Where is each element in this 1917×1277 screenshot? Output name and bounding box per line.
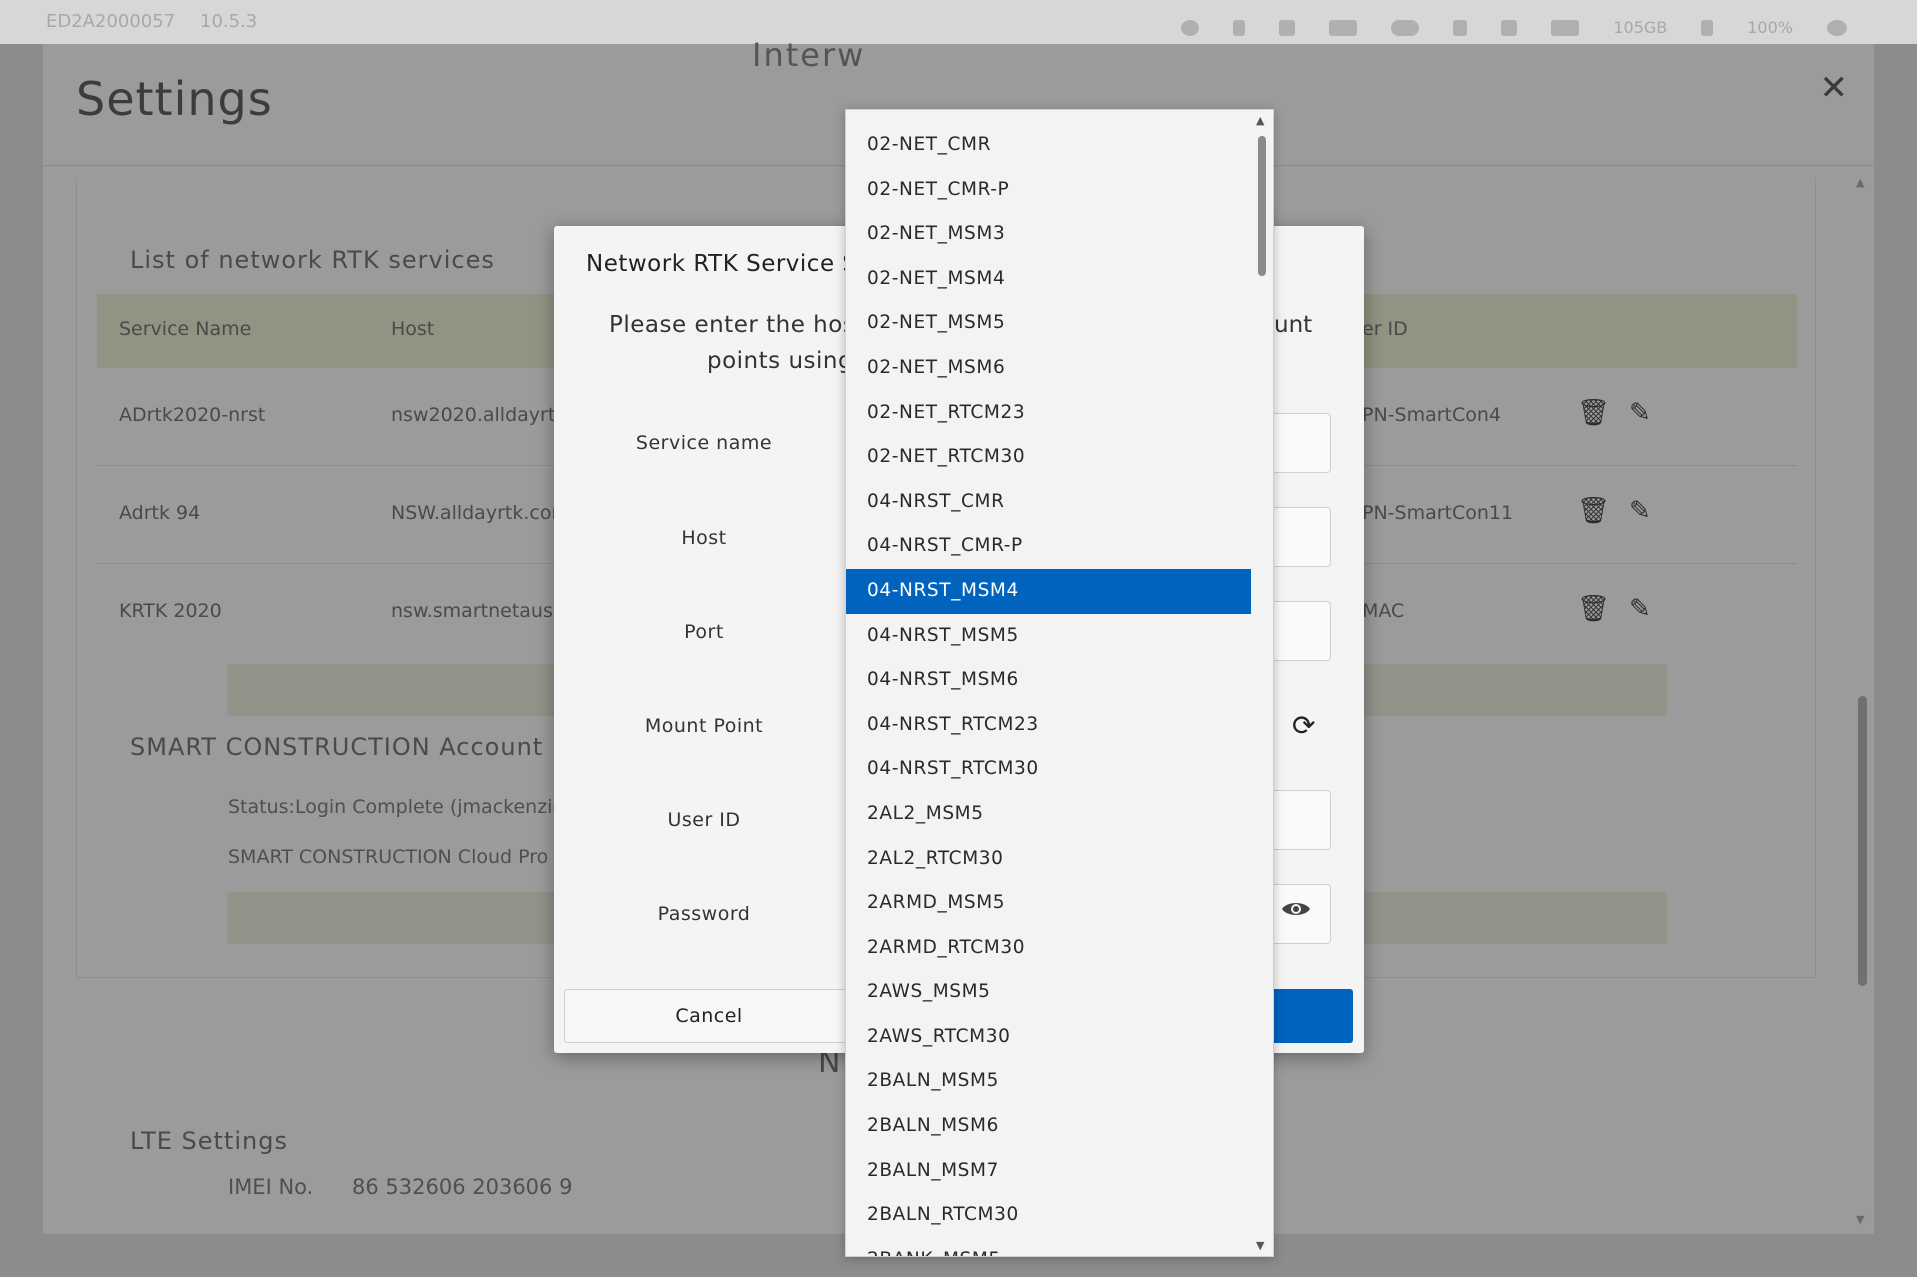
app-topbar: ED2A2000057 10.5.3 105GB 100%	[0, 0, 1917, 44]
scroll-down-icon[interactable]: ▼	[1256, 1239, 1264, 1252]
dropdown-option-list: 02-NET_CMR 02-NET_CMR-P 02-NET_MSM3 02-NET_…	[846, 123, 1251, 1256]
dropdown-option[interactable]: 2AL2_RTCM30	[846, 837, 1251, 882]
dropdown-option[interactable]: 02-NET_RTCM23	[846, 391, 1251, 436]
edit-icon[interactable]: ✎	[1629, 398, 1651, 428]
dropdown-option[interactable]: 04-NRST_CMR-P	[846, 524, 1251, 569]
smart-construction-title: SMART CONSTRUCTION Account	[130, 733, 544, 761]
cloud-icon[interactable]	[1391, 19, 1420, 36]
port-label: Port	[684, 621, 724, 643]
service-name-cell: KRTK 2020	[119, 600, 222, 622]
user-id-cell: PN-SmartCon4	[1362, 404, 1502, 426]
column-user-id: er ID	[1362, 318, 1408, 340]
folder-icon[interactable]	[1551, 19, 1580, 36]
sc-login-status: Status:Login Complete (jmackenzie	[228, 796, 565, 818]
refresh-icon[interactable]: ⟳	[1292, 709, 1315, 742]
gear-icon[interactable]	[1827, 19, 1847, 36]
delete-icon[interactable]: 🗑	[1577, 594, 1610, 624]
service-name-cell: ADrtk2020-nrst	[119, 404, 266, 426]
dropdown-option[interactable]: 02-NET_MSM5	[846, 301, 1251, 346]
section-title-interwork: Interw	[752, 36, 866, 74]
dialog-description: Please enter the hos	[609, 312, 856, 338]
dropdown-option[interactable]: 2AWS_RTCM30	[846, 1015, 1251, 1060]
page-title: Settings	[76, 72, 273, 126]
imei-label: IMEI No.	[228, 1175, 314, 1199]
dropdown-option[interactable]: 04-NRST_CMR	[846, 480, 1251, 525]
dropdown-option[interactable]: 02-NET_MSM3	[846, 212, 1251, 257]
sd-card-icon[interactable]	[1279, 19, 1296, 36]
dropdown-option[interactable]: 04-NRST_MSM6	[846, 658, 1251, 703]
dropdown-option[interactable]: 2BANK_MSM5	[846, 1238, 1251, 1256]
battery-icon	[1701, 19, 1714, 36]
host-cell: nsw2020.alldayrtk	[391, 404, 567, 426]
service-name-cell: Adrtk 94	[119, 502, 201, 524]
mount-point-label: Mount Point	[644, 715, 764, 737]
delete-icon[interactable]: 🗑	[1577, 496, 1610, 526]
dropdown-option[interactable]: 2BALN_MSM7	[846, 1149, 1251, 1194]
dropdown-option[interactable]: 02-NET_CMR-P	[846, 168, 1251, 213]
mount-point-dropdown[interactable]: 02-NET_CMR 02-NET_CMR-P 02-NET_MSM3 02-NET_…	[845, 109, 1274, 1257]
service-name-label: Service name	[635, 432, 773, 454]
edit-icon[interactable]: ✎	[1629, 594, 1651, 624]
antenna-icon[interactable]	[1233, 19, 1246, 36]
status-icons: 105GB 100%	[1181, 18, 1847, 37]
lte-settings-title: LTE Settings	[130, 1127, 288, 1155]
wand-icon[interactable]	[1453, 19, 1468, 36]
dropdown-option[interactable]: 2BALN_RTCM30	[846, 1193, 1251, 1238]
dialog-description-line2: points using	[707, 348, 854, 374]
dropdown-option[interactable]: 02-NET_RTCM30	[846, 435, 1251, 480]
dropdown-option[interactable]: 02-NET_MSM4	[846, 257, 1251, 302]
delete-icon[interactable]: 🗑	[1577, 398, 1610, 428]
edit-icon[interactable]: ✎	[1629, 496, 1651, 526]
dropdown-option[interactable]: 2BALN_MSM6	[846, 1104, 1251, 1149]
imei-value: 86 532606 203606 9	[352, 1175, 573, 1199]
split-view-icon[interactable]	[1329, 19, 1358, 36]
dialog-description-tail: unt	[1274, 312, 1313, 338]
dropdown-option[interactable]: 02-NET_CMR	[846, 123, 1251, 168]
close-icon[interactable]: ✕	[1820, 68, 1849, 108]
scroll-up-icon[interactable]: ▲	[1256, 114, 1264, 127]
scroll-down-icon[interactable]: ▼	[1856, 1213, 1864, 1226]
dropdown-option[interactable]: 2AL2_MSM5	[846, 792, 1251, 837]
dropdown-option[interactable]: 2BALN_MSM5	[846, 1059, 1251, 1104]
dropdown-option[interactable]: 04-NRST_MSM4	[846, 568, 1251, 614]
storage-label: 105GB	[1613, 18, 1668, 37]
dropdown-option[interactable]: 2ARMD_MSM5	[846, 881, 1251, 926]
dropdown-scrollbar-thumb[interactable]	[1258, 136, 1266, 276]
dropdown-option[interactable]: 02-NET_MSM6	[846, 346, 1251, 391]
user-id-label: User ID	[667, 809, 741, 831]
user-id-cell: MAC	[1362, 600, 1405, 622]
column-service-name: Service Name	[119, 318, 252, 340]
ruler-icon[interactable]	[1501, 19, 1518, 36]
rtk-list-title: List of network RTK services	[130, 246, 495, 274]
software-version: 10.5.3	[200, 11, 258, 32]
refresh-icon[interactable]	[1181, 19, 1200, 36]
scrollbar-thumb[interactable]	[1858, 696, 1867, 986]
dropdown-option[interactable]: 2ARMD_RTCM30	[846, 926, 1251, 971]
user-id-cell: PN-SmartCon11	[1362, 502, 1514, 524]
sc-cloud-label: SMART CONSTRUCTION Cloud Pro	[228, 846, 549, 868]
scroll-up-icon[interactable]: ▲	[1856, 176, 1864, 189]
battery-label: 100%	[1747, 18, 1793, 37]
host-cell: NSW.alldayrtk.con	[391, 502, 564, 524]
dropdown-option[interactable]: 2AWS_MSM5	[846, 970, 1251, 1015]
dropdown-scrollbar[interactable]: ▲ ▼	[1251, 110, 1273, 1256]
column-host: Host	[391, 318, 435, 340]
dropdown-option[interactable]: 04-NRST_MSM5	[846, 614, 1251, 659]
host-cell: nsw.smartnetaus.	[391, 600, 559, 622]
dropdown-option[interactable]: 04-NRST_RTCM23	[846, 703, 1251, 748]
dropdown-option[interactable]: 04-NRST_RTCM30	[846, 747, 1251, 792]
dialog-title: Network RTK Service S	[586, 251, 858, 277]
device-id: ED2A2000057	[46, 11, 176, 32]
settings-scrollbar[interactable]: ▲ ▼	[1856, 176, 1868, 1226]
host-label: Host	[681, 527, 727, 549]
cancel-button[interactable]: Cancel	[564, 989, 854, 1043]
eye-icon[interactable]	[1281, 899, 1311, 919]
password-label: Password	[657, 903, 751, 925]
